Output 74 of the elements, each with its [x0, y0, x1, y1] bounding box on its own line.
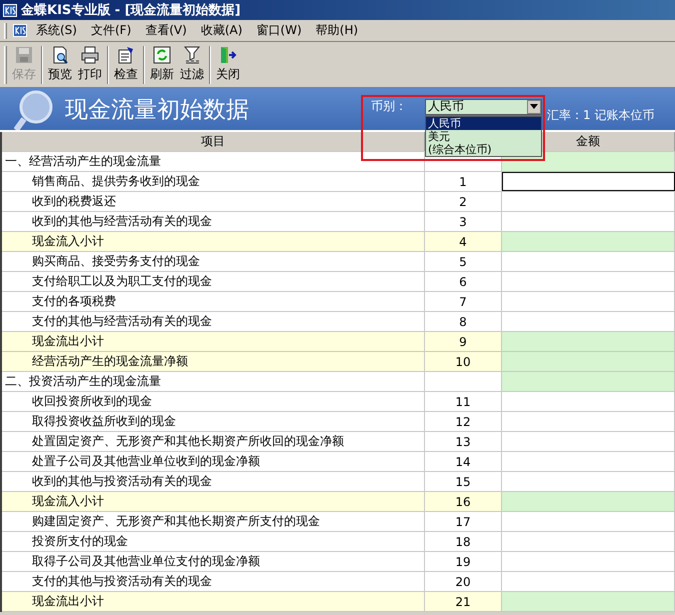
column-header: 项目 — [2, 132, 425, 151]
table-cell: 销售商品、提供劳务收到的现金 — [2, 172, 425, 191]
table-cell: 1 — [425, 172, 502, 191]
table-cell: 收到的其他与经营活动有关的现金 — [2, 212, 425, 231]
table-cell: 12 — [425, 412, 502, 431]
document-icon — [117, 46, 135, 64]
menu-item[interactable]: 窗口(W) — [251, 22, 307, 39]
table-cell: 收到的税费返还 — [2, 192, 425, 211]
table-cell: 9 — [425, 332, 502, 351]
table-cell: 17 — [425, 512, 502, 531]
close-button[interactable]: 关闭 — [213, 44, 243, 85]
refresh-button[interactable]: 刷新 — [147, 44, 177, 85]
table-cell: 8 — [425, 312, 502, 331]
table-cell: 现金流出小计 — [2, 592, 425, 611]
app-logo-icon — [13, 24, 27, 37]
currency-dropdown[interactable]: 人民币 — [425, 98, 542, 114]
door-icon — [219, 46, 237, 64]
window-title: 金蝶KIS专业版 - [现金流量初始数据] — [21, 2, 241, 19]
table-cell: 现金流入小计 — [2, 492, 425, 511]
amount-cell[interactable] — [502, 172, 675, 191]
table-cell: 收回投资所收到的现金 — [2, 392, 425, 411]
menu-item[interactable]: 帮助(H) — [310, 22, 364, 39]
preview-button[interactable]: 预览 — [45, 44, 75, 85]
table-cell: 21 — [425, 592, 502, 611]
table-cell: 19 — [425, 552, 502, 571]
app-logo-icon — [3, 4, 17, 16]
table-cell: 处置固定资产、无形资产和其他长期资产所收回的现金净额 — [2, 432, 425, 451]
section-heading: 一、经营活动产生的现金流量 — [2, 152, 425, 171]
table-cell: 2 — [425, 192, 502, 211]
table-cell: 5 — [425, 252, 502, 271]
table-cell: 11 — [425, 392, 502, 411]
currency-label: 币别： — [370, 98, 408, 115]
menu-item[interactable]: 查看(V) — [140, 22, 192, 39]
table-cell: 4 — [425, 232, 502, 251]
table-cell: 18 — [425, 532, 502, 551]
table-cell: 支付的其他与投资活动有关的现金 — [2, 572, 425, 591]
table-cell: 13 — [425, 432, 502, 451]
table-cell: 支付给职工以及为职工支付的现金 — [2, 272, 425, 291]
menu-item[interactable]: 收藏(A) — [196, 22, 248, 39]
table-cell: 现金流出小计 — [2, 332, 425, 351]
grip-handle[interactable] — [4, 46, 7, 84]
table-cell: 购买商品、接受劳务支付的现金 — [2, 252, 425, 271]
menu-item[interactable]: 系统(S) — [31, 22, 82, 39]
table-cell: 7 — [425, 292, 502, 311]
refresh-icon — [153, 46, 171, 64]
section-heading: 二、投资活动产生的现金流量 — [2, 372, 425, 391]
dropdown-option[interactable]: 人民币 — [426, 117, 541, 130]
check-button[interactable]: 检查 — [111, 44, 141, 85]
table-cell: 15 — [425, 472, 502, 491]
table-cell: 取得投资收益所收到的现金 — [2, 412, 425, 431]
magnifier-page-icon — [51, 46, 69, 64]
table-cell: 经营活动产生的现金流量净额 — [2, 352, 425, 371]
table-cell: 收到的其他与投资活动有关的现金 — [2, 472, 425, 491]
table-cell: 取得子公司及其他营业单位支付的现金净额 — [2, 552, 425, 571]
filter-button[interactable]: 过滤 — [177, 44, 207, 85]
printer-icon — [81, 46, 99, 64]
table-cell: 10 — [425, 352, 502, 371]
table-cell: 20 — [425, 572, 502, 591]
page-title: 现金流量初始数据 — [65, 96, 249, 124]
filter-icon — [183, 46, 201, 64]
table-cell: 现金流入小计 — [2, 232, 425, 251]
table-cell: 3 — [425, 212, 502, 231]
table-cell: 6 — [425, 272, 502, 291]
table-cell: 支付的各项税费 — [2, 292, 425, 311]
table-cell: 处置子公司及其他营业单位收到的现金净额 — [2, 452, 425, 471]
grip-handle[interactable] — [4, 22, 7, 38]
print-button[interactable]: 打印 — [75, 44, 105, 85]
menu-item[interactable]: 文件(F) — [86, 22, 136, 39]
table-cell: 购建固定资产、无形资产和其他长期资产所支付的现金 — [2, 512, 425, 531]
table-cell: 16 — [425, 492, 502, 511]
table-cell: 支付的其他与经营活动有关的现金 — [2, 312, 425, 331]
table-cell: 投资所支付的现金 — [2, 532, 425, 551]
table-cell: 14 — [425, 452, 502, 471]
exchange-rate-text: 汇率：1 记账本位币 — [547, 107, 654, 124]
